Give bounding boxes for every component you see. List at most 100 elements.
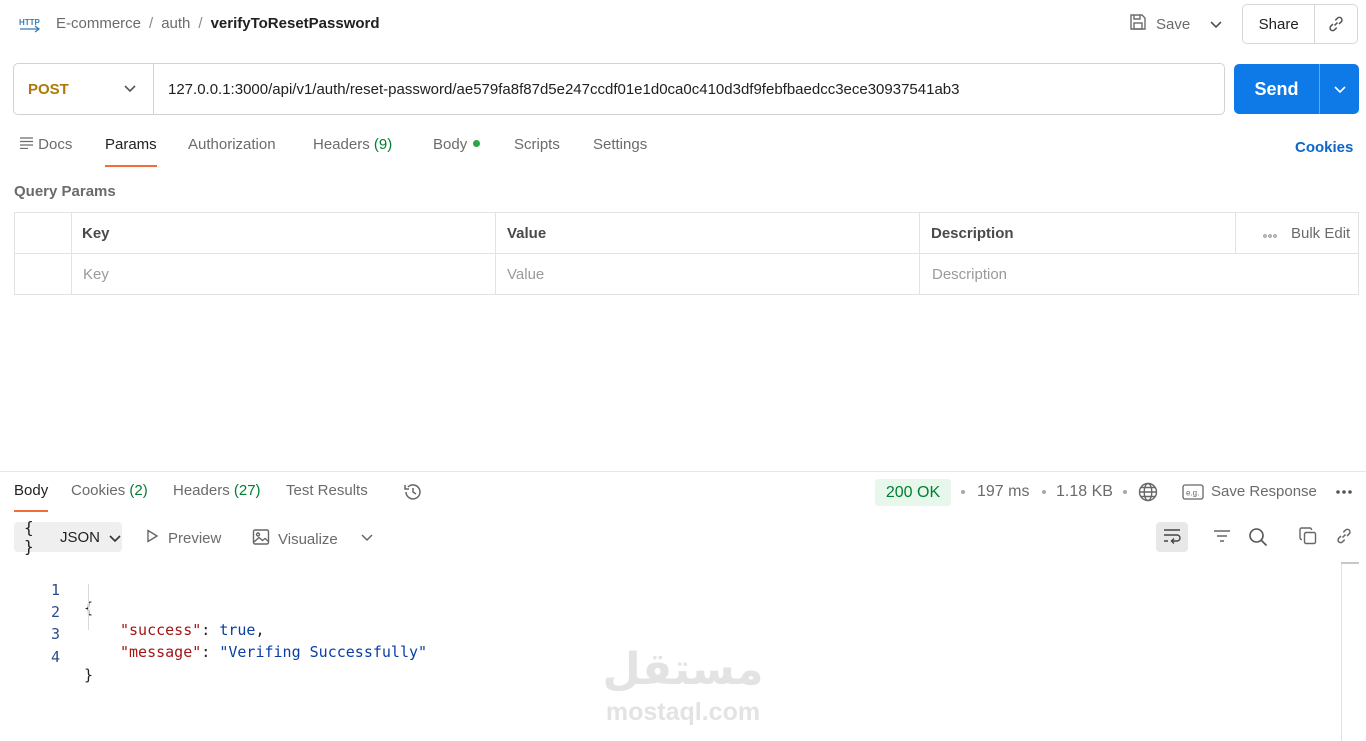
meta-separator — [961, 490, 965, 494]
description-input[interactable]: Description — [921, 254, 1007, 295]
svg-text:HTTP: HTTP — [19, 18, 41, 27]
send-button-group: Send — [1234, 64, 1359, 114]
search-icon[interactable] — [1247, 526, 1269, 551]
top-bar: HTTP E-commerce / auth / verifyToResetPa… — [0, 0, 1366, 50]
tab-body[interactable]: Body — [433, 136, 481, 166]
code-text: "message": "Verifing Successfully" — [120, 643, 427, 661]
tab-body-label: Body — [433, 136, 468, 153]
tab-settings[interactable]: Settings — [593, 136, 647, 166]
globe-icon[interactable] — [1137, 481, 1159, 506]
request-bar: POST 127.0.0.1:3000/api/v1/auth/reset-pa… — [13, 63, 1225, 115]
line-number: 1 — [50, 581, 60, 599]
filter-icon[interactable] — [1212, 526, 1232, 549]
format-label: JSON — [59, 528, 100, 546]
wrap-lines-button[interactable] — [1156, 522, 1188, 552]
share-group: Share — [1242, 4, 1358, 44]
column-header-description: Description — [931, 225, 1014, 242]
code-text: } — [84, 666, 94, 684]
url-input[interactable]: 127.0.0.1:3000/api/v1/auth/reset-passwor… — [154, 81, 959, 98]
json-key: "message" — [120, 643, 202, 661]
response-headers-count: (27) — [233, 482, 261, 499]
chevron-down-icon — [108, 529, 122, 546]
history-icon[interactable] — [402, 481, 424, 506]
response-tab-headers[interactable]: Headers (27) — [173, 482, 261, 512]
visualize-label: Visualize — [278, 530, 338, 548]
wrap-lines-icon — [1162, 527, 1182, 548]
tab-docs[interactable]: Docs — [20, 136, 72, 166]
copy-link-icon[interactable] — [1315, 14, 1357, 34]
column-header-key: Key — [82, 225, 110, 242]
column-divider — [495, 213, 496, 294]
breadcrumb-collection[interactable]: E-commerce — [56, 15, 141, 32]
preview-button[interactable]: Preview — [144, 528, 221, 548]
column-divider — [919, 213, 920, 294]
copy-icon[interactable] — [1298, 526, 1318, 549]
save-button[interactable]: Save — [1128, 12, 1190, 36]
column-header-value: Value — [507, 225, 547, 242]
save-response-button[interactable]: Save Response — [1211, 483, 1317, 500]
value-input[interactable]: Value — [496, 254, 544, 295]
preview-label: Preview — [168, 529, 222, 547]
tab-authorization[interactable]: Authorization — [188, 136, 276, 166]
format-select[interactable]: { } JSON — [14, 518, 122, 556]
query-params-table: Key Value Description Bulk Edit Key Valu… — [14, 212, 1359, 295]
tab-docs-label: Docs — [38, 136, 73, 153]
share-button[interactable]: Share — [1243, 16, 1314, 33]
braces-icon: { } — [24, 518, 34, 556]
save-options-chevron-icon[interactable] — [1206, 14, 1226, 34]
cookies-link[interactable]: Cookies — [1295, 139, 1353, 156]
chevron-down-icon — [123, 81, 137, 98]
response-tab-cookies[interactable]: Cookies (2) — [71, 482, 148, 512]
code-line: 3 "message": "Verifing Successfully" — [0, 607, 427, 661]
image-icon — [252, 528, 270, 550]
method-select[interactable]: POST — [14, 64, 154, 114]
key-input[interactable]: Key — [72, 254, 109, 295]
query-params-title: Query Params — [14, 183, 116, 200]
tab-headers-label: Headers — [313, 136, 370, 153]
link-icon[interactable] — [1334, 526, 1354, 549]
column-divider — [71, 213, 72, 294]
visualize-button[interactable]: Visualize — [252, 528, 338, 550]
code-text: "success": true, — [120, 621, 265, 639]
docs-icon — [20, 136, 38, 153]
svg-text:e.g.: e.g. — [1186, 489, 1199, 498]
send-options-chevron-icon[interactable] — [1320, 82, 1359, 96]
more-options-icon[interactable] — [1335, 483, 1353, 504]
breadcrumb-folder[interactable]: auth — [161, 15, 190, 32]
watermark-latin: mostaql.com — [605, 698, 761, 726]
response-tab-test-results[interactable]: Test Results — [286, 482, 368, 512]
breadcrumb-separator: / — [149, 15, 154, 32]
scrollbar[interactable] — [1341, 562, 1342, 741]
breadcrumb-separator: / — [198, 15, 203, 32]
bulk-edit-label: Bulk Edit — [1291, 225, 1351, 242]
response-tab-body[interactable]: Body — [14, 482, 49, 512]
response-size[interactable]: 1.18 KB — [1056, 483, 1113, 501]
code-line: 1 { — [0, 563, 93, 617]
headers-count: (9) — [373, 136, 393, 153]
meta-separator — [1123, 490, 1127, 494]
visualize-chevron-icon[interactable] — [358, 528, 376, 549]
watermark-logo: مستقل mostaql.com — [598, 642, 768, 726]
response-time[interactable]: 197 ms — [977, 483, 1029, 501]
tab-scripts[interactable]: Scripts — [514, 136, 560, 166]
table-row: Key Value Description — [15, 254, 1358, 295]
method-label: POST — [28, 80, 69, 98]
send-button[interactable]: Send — [1234, 79, 1319, 100]
line-number: 4 — [50, 648, 60, 666]
tab-headers[interactable]: Headers (9) — [313, 136, 392, 166]
scrollbar-thumb[interactable] — [1341, 562, 1359, 564]
example-icon: e.g. — [1182, 484, 1204, 503]
response-tab-headers-label: Headers — [173, 482, 230, 499]
status-badge[interactable]: 200 OK — [875, 479, 951, 506]
more-options-icon — [1263, 225, 1277, 242]
tab-params[interactable]: Params — [105, 136, 157, 167]
response-divider — [0, 471, 1366, 472]
table-header-row: Key Value Description Bulk Edit — [15, 213, 1358, 254]
bulk-edit-button[interactable]: Bulk Edit — [1249, 213, 1350, 254]
http-icon: HTTP — [18, 14, 42, 34]
json-value: "Verifing Successfully" — [219, 643, 428, 661]
json-value: true — [219, 621, 256, 639]
line-number: 2 — [50, 603, 60, 621]
json-colon: : — [201, 621, 220, 639]
request-name[interactable]: verifyToResetPassword — [211, 15, 380, 32]
